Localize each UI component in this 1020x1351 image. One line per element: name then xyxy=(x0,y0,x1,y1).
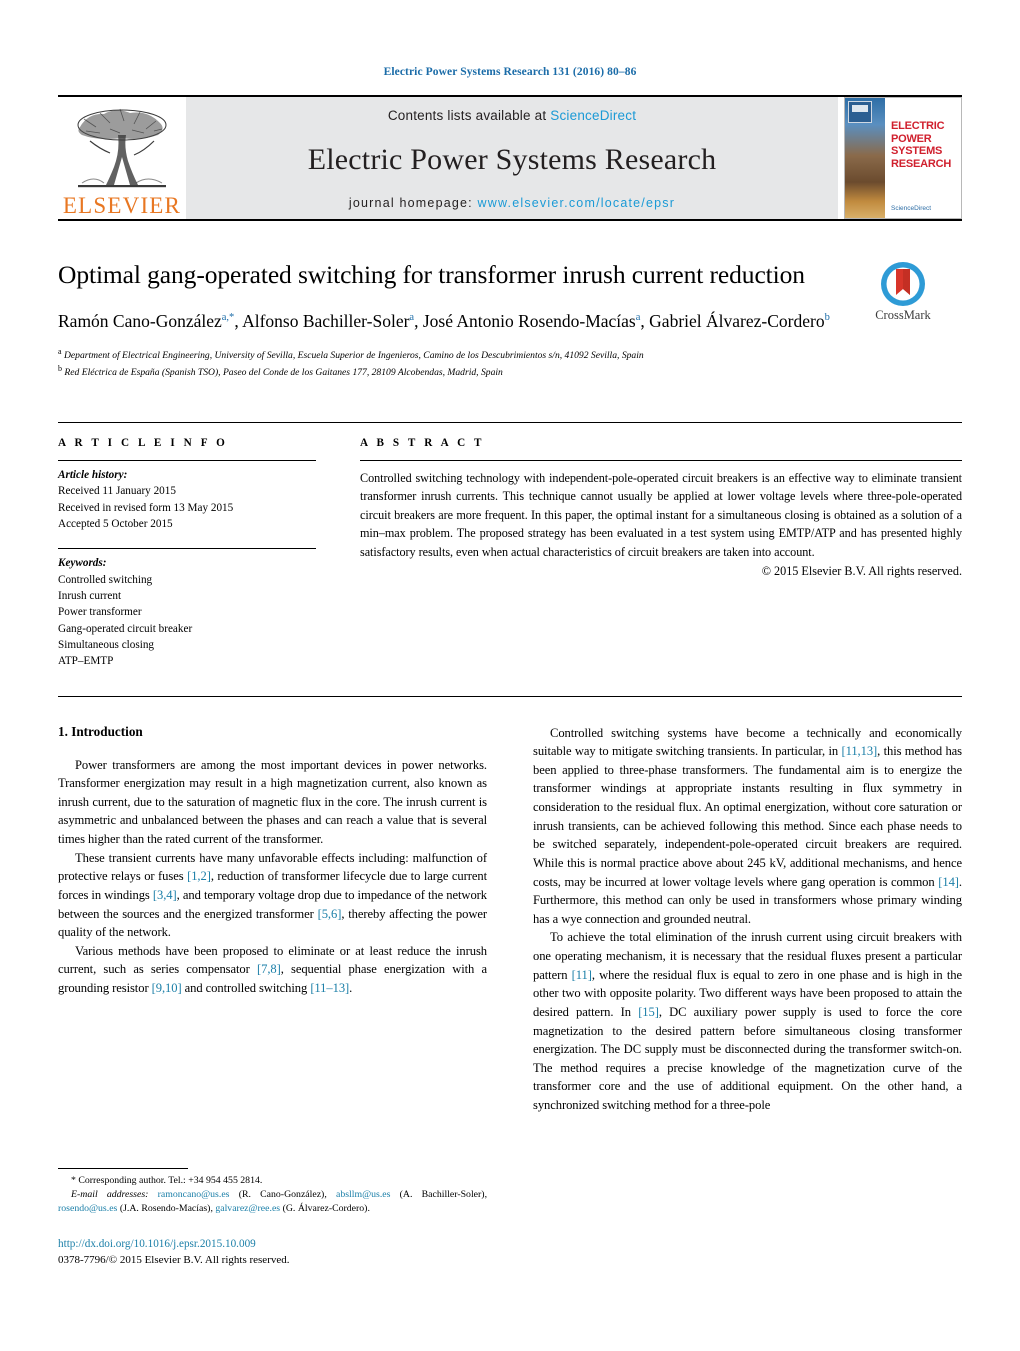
article-history-group: Article history: Received 11 January 201… xyxy=(58,461,316,532)
body-divider-rule xyxy=(58,695,962,697)
elsevier-tree-icon xyxy=(77,108,167,188)
cover-title-line1: ELECTRIC POWER xyxy=(891,120,945,145)
elsevier-logo: ELSEVIER xyxy=(58,97,186,219)
abstract-heading: A B S T R A C T xyxy=(360,436,485,449)
keyword-item: Power transformer xyxy=(58,606,142,619)
affiliation-list: a Department of Electrical Engineering, … xyxy=(58,346,832,380)
contents-prefix: Contents lists available at xyxy=(387,108,551,123)
homepage-prefix: journal homepage: xyxy=(348,196,478,210)
doi-block: http://dx.doi.org/10.1016/j.epsr.2015.10… xyxy=(58,1237,487,1269)
affiliation-a: a Department of Electrical Engineering, … xyxy=(58,347,644,362)
body-column-right: Controlled switching systems have become… xyxy=(533,724,962,1115)
email-owner: (J.A. Rosendo-Macías) xyxy=(119,1203,211,1215)
email-link[interactable]: rosendo@us.es xyxy=(58,1203,117,1214)
article-info-heading: A R T I C L E I N F O xyxy=(58,436,228,449)
crossmark-badge[interactable]: CrossMark xyxy=(844,261,962,323)
keywords-label: Keywords: xyxy=(58,557,107,570)
paragraph: Controlled switching systems have become… xyxy=(533,725,962,926)
crossmark-label: CrossMark xyxy=(875,308,931,322)
cover-footer-text: ScienceDirect xyxy=(891,205,932,212)
citation-ref[interactable]: [7,8] xyxy=(257,962,281,976)
running-head: Electric Power Systems Research 131 (201… xyxy=(383,66,637,78)
affiliation-b-text: Red Eléctrica de España (Spanish TSO), P… xyxy=(64,367,503,379)
journal-cover-thumbnail: ELECTRIC POWER SYSTEMS RESEARCH ScienceD… xyxy=(844,97,962,219)
info-abstract-region: A R T I C L E I N F O Article history: R… xyxy=(58,421,962,670)
paragraph: Various methods have been proposed to el… xyxy=(58,943,487,996)
keyword-item: ATP–EMTP xyxy=(58,655,114,668)
footnote-region: * Corresponding author. Tel.: +34 954 45… xyxy=(58,1167,488,1269)
email-owner: (R. Cano-González) xyxy=(238,1188,325,1200)
contents-lists-line: Contents lists available at ScienceDirec… xyxy=(388,108,636,123)
article-title-block: CrossMark Optimal gang-operated switchin… xyxy=(58,259,962,380)
author-list: Ramón Cano-Gonzáleza,*, Alfonso Bachille… xyxy=(58,310,830,331)
citation-ref[interactable]: [11–13] xyxy=(310,981,349,995)
homepage-url-link[interactable]: www.elsevier.com/locate/epsr xyxy=(478,196,676,210)
article-page: Electric Power Systems Research 131 (201… xyxy=(0,0,1020,1351)
doi-link[interactable]: http://dx.doi.org/10.1016/j.epsr.2015.10… xyxy=(58,1237,487,1253)
footnote-rule xyxy=(58,1167,188,1169)
body-columns: 1. Introduction Power transformers are a… xyxy=(58,724,962,1115)
elsevier-wordmark: ELSEVIER xyxy=(62,193,182,218)
masthead-center: Contents lists available at ScienceDirec… xyxy=(186,97,838,219)
citation-ref[interactable]: [11,13] xyxy=(841,744,877,758)
masthead-bottom-rule xyxy=(58,219,962,221)
page-title: Optimal gang-operated switching for tran… xyxy=(58,260,805,289)
keyword-item: Inrush current xyxy=(58,589,122,602)
corresponding-author-text: * Corresponding author. Tel.: +34 954 45… xyxy=(71,1174,263,1186)
section-heading-introduction: 1. Introduction xyxy=(58,723,143,739)
cover-title-line2: SYSTEMS RESEARCH xyxy=(891,145,952,170)
abstract-text: Controlled switching technology with ind… xyxy=(360,470,962,560)
cover-badge-icon xyxy=(848,101,872,123)
abstract-column: A B S T R A C T Controlled switching tec… xyxy=(360,437,962,670)
keyword-item: Gang-operated circuit breaker xyxy=(58,622,193,635)
email-owner: (A. Bachiller-Soler) xyxy=(399,1188,485,1200)
article-history-label: Article history: xyxy=(58,468,128,481)
citation-ref[interactable]: [14] xyxy=(938,875,959,889)
citation-ref[interactable]: [11] xyxy=(572,968,592,982)
keywords-group: Keywords: Controlled switching Inrush cu… xyxy=(58,549,316,669)
paragraph: Power transformers are among the most im… xyxy=(58,757,487,847)
email-link[interactable]: ramoncano@us.es xyxy=(158,1189,230,1200)
sciencedirect-link[interactable]: ScienceDirect xyxy=(550,108,636,123)
journal-homepage-line: journal homepage: www.elsevier.com/locat… xyxy=(349,196,675,210)
citation-ref[interactable]: [5,6] xyxy=(318,907,342,921)
email-label: E-mail addresses: xyxy=(71,1188,149,1200)
email-addresses-note: E-mail addresses: ramoncano@us.es (R. Ca… xyxy=(58,1188,488,1215)
affiliation-a-text: Department of Electrical Engineering, Un… xyxy=(63,350,644,362)
journal-masthead: ELSEVIER Contents lists available at Sci… xyxy=(58,95,962,219)
issn-copyright-line: 0378-7796/© 2015 Elsevier B.V. All right… xyxy=(58,1254,290,1267)
history-item: Received in revised form 13 May 2015 xyxy=(58,501,234,514)
keyword-item: Controlled switching xyxy=(58,573,153,586)
cover-title: ELECTRIC POWER SYSTEMS RESEARCH xyxy=(891,120,957,171)
abstract-copyright: © 2015 Elsevier B.V. All rights reserved… xyxy=(761,563,962,578)
email-owner: (G. Álvarez-Cordero) xyxy=(282,1203,368,1215)
affiliation-b: b Red Eléctrica de España (Spanish TSO),… xyxy=(58,364,503,379)
body-column-left: 1. Introduction Power transformers are a… xyxy=(58,724,487,1115)
citation-ref[interactable]: [1,2] xyxy=(187,869,211,883)
paragraph: These transient currents have many unfav… xyxy=(58,850,487,940)
journal-title: Electric Power Systems Research xyxy=(307,142,717,176)
history-item: Received 11 January 2015 xyxy=(58,485,176,498)
keyword-item: Simultaneous closing xyxy=(58,638,155,651)
email-link[interactable]: galvarez@ree.es xyxy=(215,1203,280,1214)
email-link[interactable]: absllm@us.es xyxy=(336,1189,390,1200)
article-info-column: A R T I C L E I N F O Article history: R… xyxy=(58,437,316,670)
citation-ref[interactable]: [3,4] xyxy=(153,888,177,902)
history-item: Accepted 5 October 2015 xyxy=(58,517,173,530)
citation-ref[interactable]: [15] xyxy=(638,1005,659,1019)
paragraph: To achieve the total elimination of the … xyxy=(533,930,962,1113)
corresponding-author-note: * Corresponding author. Tel.: +34 954 45… xyxy=(58,1174,487,1188)
citation-ref[interactable]: [9,10] xyxy=(152,981,182,995)
crossmark-icon xyxy=(881,262,925,306)
